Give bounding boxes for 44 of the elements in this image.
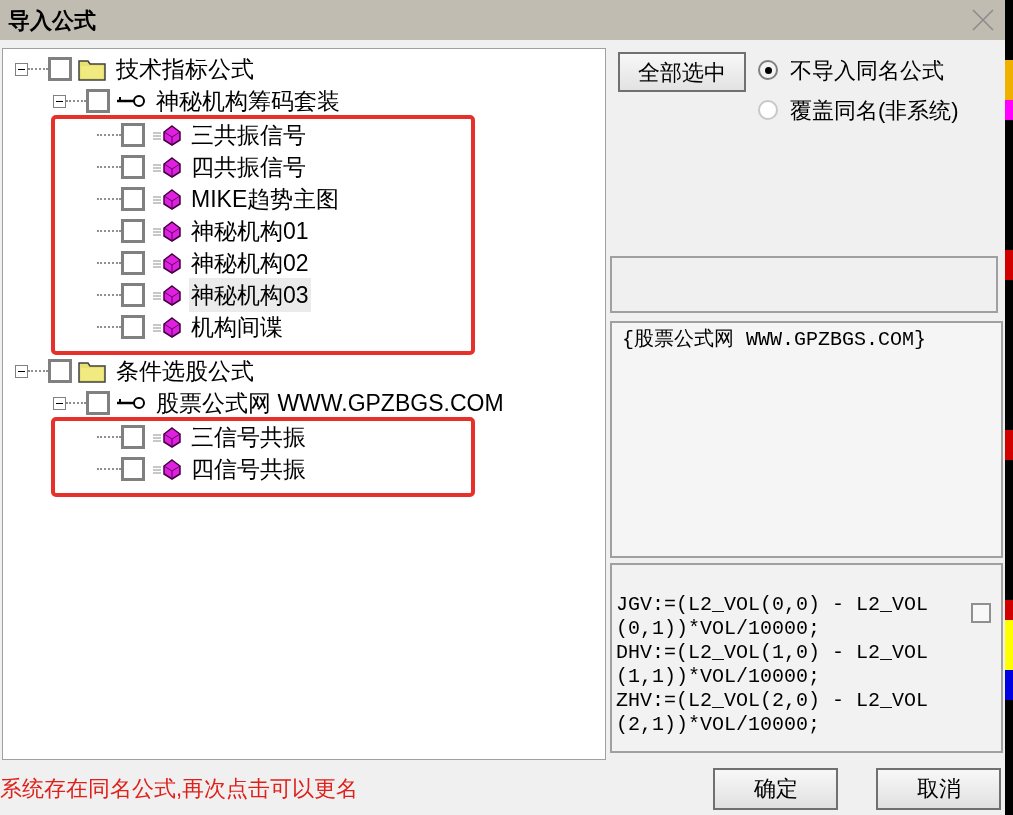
radio-option[interactable]: 覆盖同名(非系统) xyxy=(758,94,959,126)
key-icon xyxy=(116,93,146,109)
window-title: 导入公式 xyxy=(8,6,96,35)
checkbox[interactable] xyxy=(121,187,145,211)
cancel-button[interactable]: 取消 xyxy=(876,767,1001,810)
gem-icon xyxy=(151,252,181,274)
checkbox[interactable] xyxy=(121,219,145,243)
folder-icon xyxy=(78,57,106,81)
expander-button[interactable] xyxy=(15,62,28,76)
checkbox[interactable] xyxy=(971,603,991,623)
code-text: JGV:=(L2_VOL(0,0) - L2_VOL (0,1))*VOL/10000; DHV:=(L2_VOL(1,0) - L2_VOL (1,1))*VOL/10000; ZHV:=(L2_VOL(2,0) - L2_VOL (2,1))*VOL/10000; xyxy=(616,593,930,737)
radio-button[interactable] xyxy=(758,60,778,80)
select-all-button[interactable]: 全部选中 xyxy=(618,52,746,92)
gem-icon xyxy=(151,156,181,178)
checkbox[interactable] xyxy=(121,283,145,307)
radio-option[interactable]: 不导入同名公式 xyxy=(758,54,959,86)
gem-icon xyxy=(151,458,181,480)
tree-item[interactable]: 神秘机构03 xyxy=(189,277,311,313)
status-message: 系统存在同名公式,再次点击可以更名 xyxy=(0,775,360,803)
gem-icon xyxy=(151,188,181,210)
ok-button[interactable]: 确定 xyxy=(713,767,838,810)
expander-button[interactable] xyxy=(53,94,66,108)
gem-icon xyxy=(151,284,181,306)
checkbox[interactable] xyxy=(121,251,145,275)
gem-icon xyxy=(151,124,181,146)
checkbox[interactable] xyxy=(121,425,145,449)
checkbox[interactable] xyxy=(48,57,72,81)
folder-icon xyxy=(78,359,106,383)
checkbox[interactable] xyxy=(121,457,145,481)
expander-button[interactable] xyxy=(15,364,28,378)
radio-button[interactable] xyxy=(758,100,778,120)
checkbox[interactable] xyxy=(121,155,145,179)
checkbox[interactable] xyxy=(86,391,110,415)
key-icon xyxy=(116,395,146,411)
checkbox[interactable] xyxy=(121,123,145,147)
description-text: {股票公式网 WWW.GPZBGS.COM} xyxy=(622,328,927,351)
gem-icon xyxy=(151,316,181,338)
info-field[interactable] xyxy=(610,256,998,313)
checkbox[interactable] xyxy=(121,315,145,339)
checkbox[interactable] xyxy=(86,89,110,113)
gem-icon xyxy=(151,426,181,448)
checkbox[interactable] xyxy=(48,359,72,383)
expander-button[interactable] xyxy=(53,396,66,410)
gem-icon xyxy=(151,220,181,242)
